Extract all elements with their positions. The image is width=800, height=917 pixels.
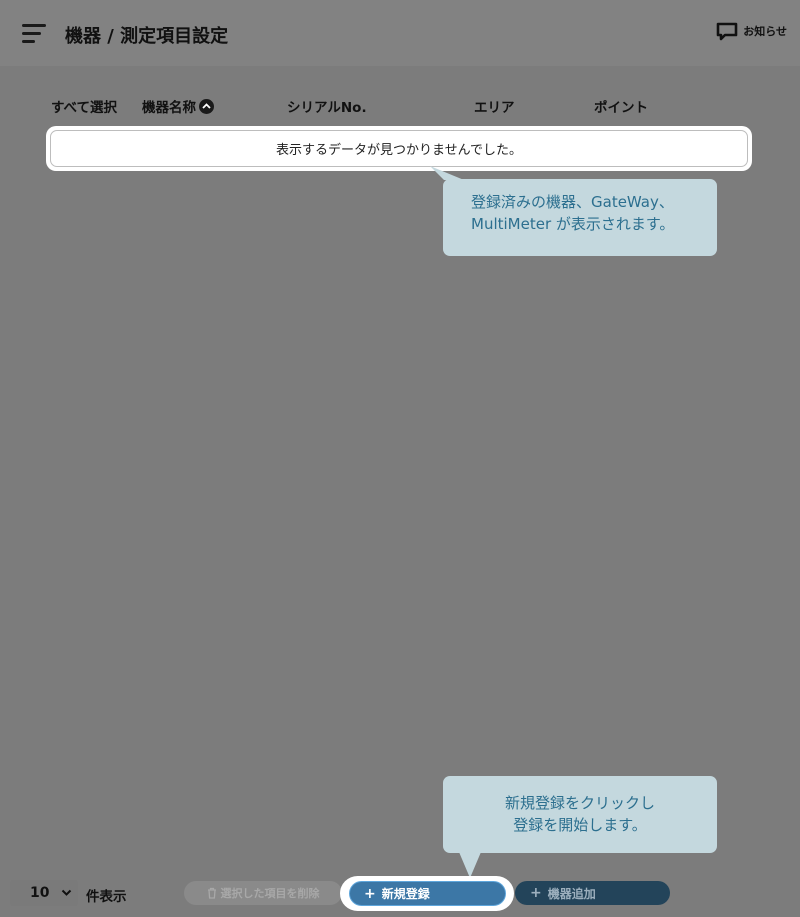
hamburger-menu-icon[interactable]	[22, 23, 48, 45]
app-header: 機器 / 測定項目設定 お知らせ	[0, 0, 800, 66]
empty-message: 表示するデータが見つかりませんでした。	[50, 130, 748, 167]
sort-ascending-icon[interactable]	[199, 98, 214, 114]
device-name-column-label: 機器名称	[142, 100, 196, 116]
add-device-label: 機器追加	[547, 886, 596, 901]
add-device-button[interactable]: + 機器追加	[515, 881, 670, 905]
device-list-tooltip: 登録済みの機器、GateWay、 MultiMeter が表示されます。	[443, 179, 717, 256]
table-header: すべて選択 機器名称 シリアルNo. エリア ポイント	[0, 96, 800, 116]
register-tooltip-line-2: 登録を開始します。	[513, 816, 647, 834]
plus-icon: +	[530, 885, 542, 901]
serial-column: シリアルNo.	[287, 100, 367, 116]
register-tooltip: 新規登録をクリックし 登録を開始します。	[443, 776, 717, 853]
point-column: ポイント	[594, 100, 648, 116]
device-list-tooltip-line-2: MultiMeter が表示されます。	[471, 215, 675, 233]
empty-row-highlight: 表示するデータが見つかりませんでした。	[46, 126, 752, 171]
delete-selected-label: 選択した項目を削除	[220, 887, 320, 900]
select-all-column[interactable]: すべて選択	[51, 96, 117, 116]
device-list-tooltip-line-1: 登録済みの機器、GateWay、	[471, 193, 674, 211]
footer-bar: 10 件表示 選択した項目を削除 + 新規登録 + 機器追加	[0, 870, 800, 917]
delete-selected-button[interactable]: 選択した項目を削除	[184, 881, 342, 905]
page-size-label: 件表示	[86, 889, 127, 905]
notice-label: お知らせ	[743, 25, 787, 38]
page-size-select[interactable]: 10	[10, 880, 78, 906]
new-register-button[interactable]: + 新規登録	[349, 881, 506, 906]
register-tooltip-line-1: 新規登録をクリックし	[504, 794, 655, 812]
area-column: エリア	[474, 100, 515, 116]
device-name-column[interactable]: 機器名称	[142, 96, 214, 116]
chevron-down-icon	[61, 889, 72, 896]
page-title: 機器 / 測定項目設定	[65, 26, 229, 47]
speech-bubble-icon	[716, 22, 738, 41]
plus-icon: +	[364, 885, 376, 902]
notice-button[interactable]: お知らせ	[716, 22, 787, 41]
trash-icon	[207, 887, 216, 899]
new-register-label: 新規登録	[381, 887, 430, 901]
page-size-value: 10	[30, 885, 50, 901]
